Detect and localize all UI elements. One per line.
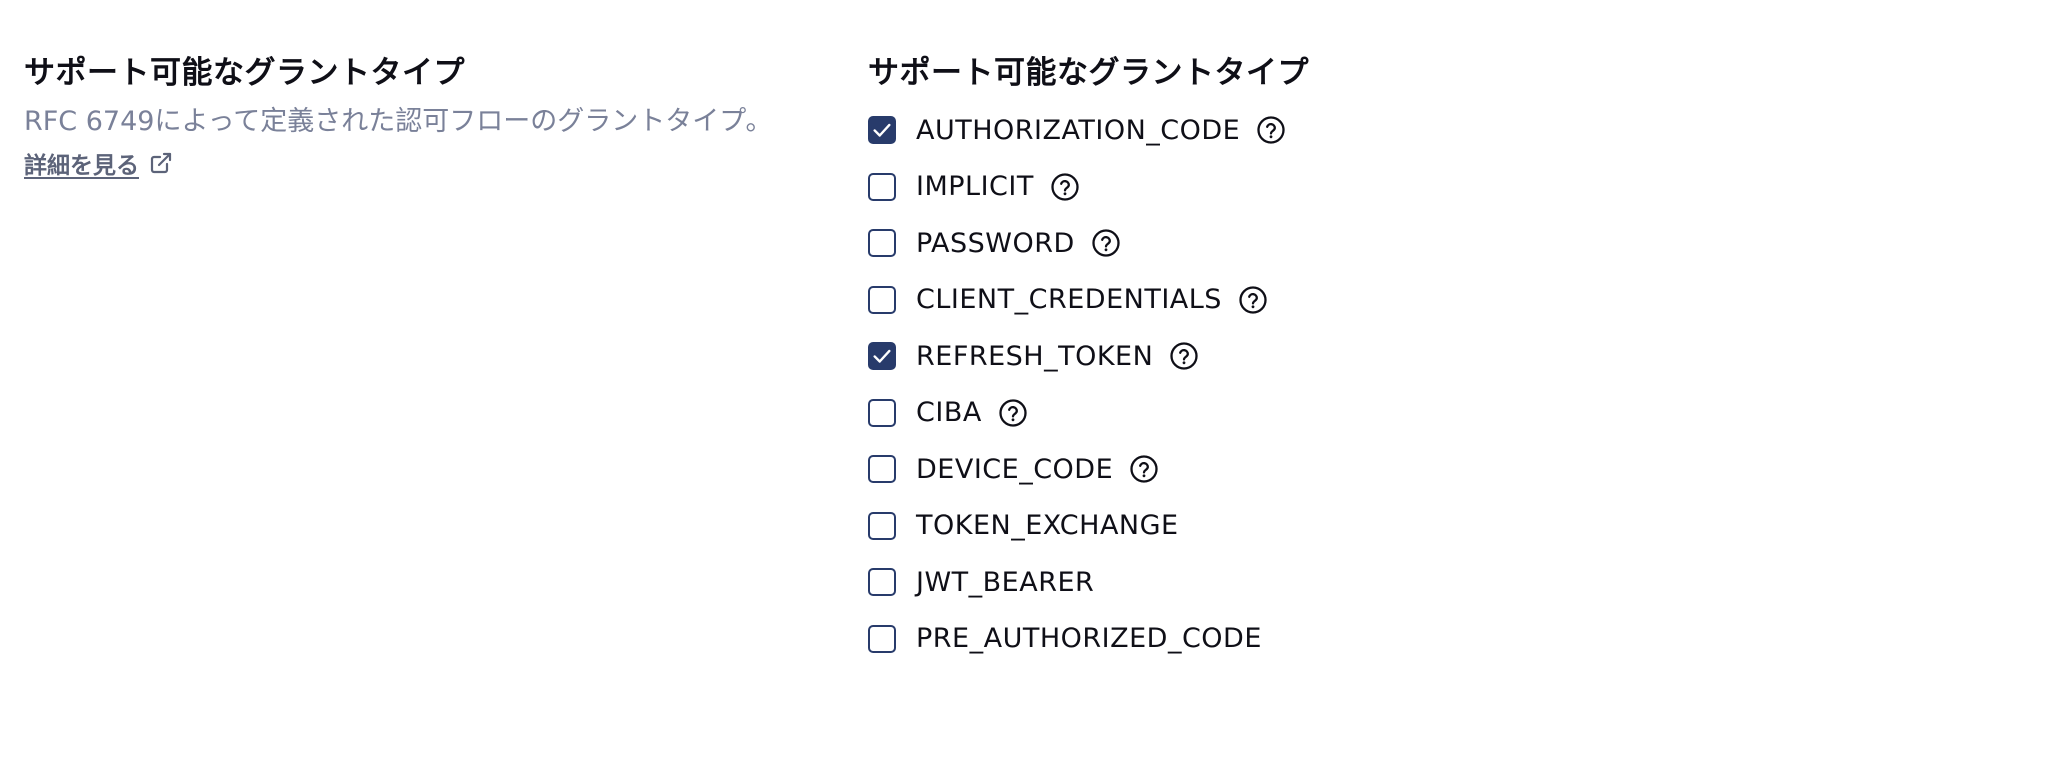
grant-type-label[interactable]: DEVICE_CODE bbox=[916, 454, 1113, 485]
checkbox-implicit[interactable] bbox=[868, 172, 896, 201]
check-icon bbox=[873, 124, 891, 137]
grant-type-row-implicit: IMPLICIT bbox=[868, 159, 1309, 216]
grant-type-row-pre-authorized-code: PRE_AUTHORIZED_CODE bbox=[868, 611, 1309, 668]
checkbox-authorization-code[interactable] bbox=[868, 116, 896, 145]
grant-type-row-password: PASSWORD bbox=[868, 215, 1309, 272]
grant-type-label[interactable]: CLIENT_CREDENTIALS bbox=[916, 284, 1222, 315]
help-icon[interactable] bbox=[1238, 285, 1268, 315]
grant-types-field: サポート可能なグラントタイプ AUTHORIZATION_CODE IMPLICI… bbox=[868, 52, 1309, 667]
checkbox-device-code[interactable] bbox=[868, 455, 896, 484]
grant-type-row-ciba: CIBA bbox=[868, 385, 1309, 442]
section-description: RFC 6749によって定義された認可フローのグラントタイプ。 bbox=[24, 106, 773, 137]
checkbox-ciba[interactable] bbox=[868, 398, 896, 427]
help-icon[interactable] bbox=[1091, 228, 1121, 258]
learn-more-label: 詳細を見る bbox=[24, 153, 139, 179]
checkbox-pre-authorized-code[interactable] bbox=[868, 624, 896, 653]
help-icon[interactable] bbox=[1129, 454, 1159, 484]
help-icon[interactable] bbox=[998, 398, 1028, 428]
grant-type-label[interactable]: PRE_AUTHORIZED_CODE bbox=[916, 623, 1262, 654]
section-title: サポート可能なグラントタイプ bbox=[24, 55, 465, 91]
help-icon[interactable] bbox=[1169, 341, 1199, 371]
grant-type-label[interactable]: REFRESH_TOKEN bbox=[916, 341, 1153, 372]
grant-type-row-token-exchange: TOKEN_EXCHANGE bbox=[868, 498, 1309, 555]
checkbox-client-credentials[interactable] bbox=[868, 285, 896, 314]
grant-type-row-authorization-code: AUTHORIZATION_CODE bbox=[868, 102, 1309, 159]
checkbox-token-exchange[interactable] bbox=[868, 511, 896, 540]
external-link-icon bbox=[150, 152, 172, 174]
check-icon bbox=[873, 350, 891, 363]
field-description-panel: サポート可能なグラントタイプ RFC 6749によって定義された認可フローのグラ… bbox=[24, 52, 824, 180]
learn-more-link[interactable]: 詳細を見る bbox=[24, 146, 173, 180]
grant-type-label[interactable]: CIBA bbox=[916, 397, 982, 428]
grant-type-label[interactable]: IMPLICIT bbox=[916, 171, 1034, 202]
grant-type-label[interactable]: PASSWORD bbox=[916, 228, 1075, 259]
grant-type-label[interactable]: TOKEN_EXCHANGE bbox=[916, 510, 1179, 541]
grant-type-row-device-code: DEVICE_CODE bbox=[868, 441, 1309, 498]
grant-type-row-refresh-token: REFRESH_TOKEN bbox=[868, 328, 1309, 385]
grant-type-checkbox-list: AUTHORIZATION_CODE IMPLICIT PASSWORD CLIENT… bbox=[868, 102, 1309, 667]
checkbox-refresh-token[interactable] bbox=[868, 342, 896, 371]
checkbox-jwt-bearer[interactable] bbox=[868, 568, 896, 597]
checkbox-password[interactable] bbox=[868, 229, 896, 258]
field-title: サポート可能なグラントタイプ bbox=[868, 55, 1309, 91]
help-icon[interactable] bbox=[1050, 172, 1080, 202]
help-icon[interactable] bbox=[1256, 115, 1286, 145]
grant-type-label[interactable]: AUTHORIZATION_CODE bbox=[916, 115, 1240, 146]
grant-type-row-client-credentials: CLIENT_CREDENTIALS bbox=[868, 272, 1309, 329]
grant-type-row-jwt-bearer: JWT_BEARER bbox=[868, 554, 1309, 611]
grant-type-label[interactable]: JWT_BEARER bbox=[916, 567, 1094, 598]
